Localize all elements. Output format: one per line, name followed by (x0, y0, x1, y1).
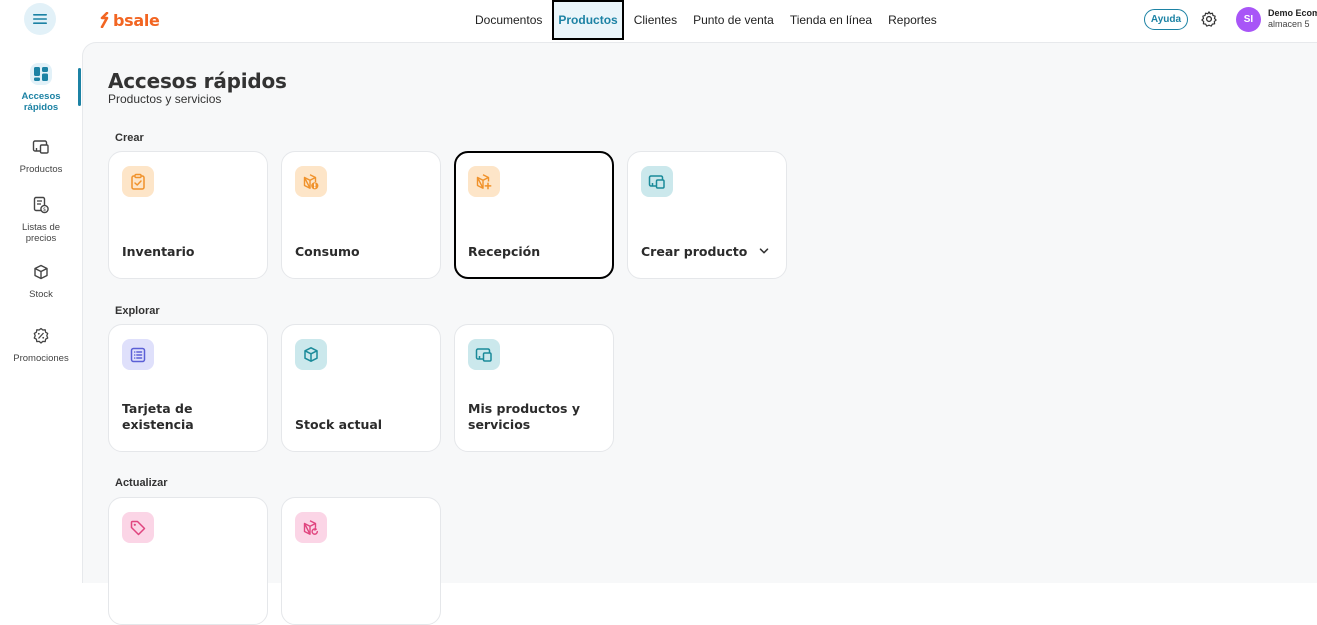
sidebar-item-productos[interactable]: Productos (0, 136, 82, 175)
avatar[interactable]: SI (1236, 7, 1261, 32)
card-actualizar-stock[interactable] (281, 497, 441, 625)
price-list-icon: $ (30, 194, 52, 216)
card-stock-actual[interactable]: Stock actual (281, 324, 441, 452)
main-content: Accesos rápidos Productos y servicios Cr… (82, 42, 1317, 625)
page-title: Accesos rápidos (108, 69, 287, 93)
brand-name: bsale (113, 10, 160, 30)
card-inventario[interactable]: Inventario (108, 151, 268, 279)
sidebar-item-label: Productos (19, 164, 63, 175)
menu-button[interactable] (24, 3, 56, 35)
card-consumo[interactable]: Consumo (281, 151, 441, 279)
help-button[interactable]: Ayuda (1144, 9, 1188, 30)
sidebar-item-accesos-rapidos[interactable]: Accesos rápidos (0, 63, 82, 113)
hamburger-icon (33, 14, 47, 24)
tag-icon (122, 512, 154, 543)
box-plus-icon (468, 166, 500, 197)
nav-punto-de-venta[interactable]: Punto de venta (685, 0, 782, 40)
section-label-explorar: Explorar (115, 305, 160, 317)
promo-icon (30, 325, 52, 347)
sidebar-item-promociones[interactable]: Promociones (0, 325, 82, 364)
sidebar-item-label: Accesos rápidos (21, 91, 61, 113)
grid-icon (30, 63, 52, 85)
card-title: Mis productos y servicios (468, 401, 580, 432)
sidebar-item-listas-de-precios[interactable]: $ Listas de precios (0, 194, 82, 244)
box-icon (295, 339, 327, 370)
card-title: Stock actual (295, 417, 383, 432)
card-title: Consumo (295, 244, 360, 259)
card-title: Tarjeta de existencia (122, 401, 194, 432)
sidebar-item-label: Listas de precios (21, 222, 61, 244)
products-icon (641, 166, 673, 197)
top-bar: bsale Documentos Productos Clientes Punt… (0, 0, 1317, 42)
card-mis-productos-y-servicios[interactable]: Mis productos y servicios (454, 324, 614, 452)
section-label-actualizar: Actualizar (115, 477, 168, 489)
card-title: Crear producto (641, 244, 748, 259)
card-actualizar-precios[interactable] (108, 497, 268, 625)
nav-tienda-en-linea[interactable]: Tienda en línea (782, 0, 880, 40)
card-recepcion[interactable]: Recepción (454, 151, 614, 279)
nav-documentos[interactable]: Documentos (467, 0, 550, 40)
brand-logo[interactable]: bsale (99, 9, 160, 31)
user-name: Demo Ecom (1268, 8, 1317, 18)
nav-productos[interactable]: Productos (552, 0, 624, 40)
card-title: Recepción (468, 244, 541, 259)
sidebar-item-label: Promociones (13, 353, 69, 364)
main-nav: Documentos Productos Clientes Punto de v… (467, 0, 945, 40)
card-crear-producto[interactable]: Crear producto (627, 151, 787, 279)
box-alert-icon (295, 166, 327, 197)
list-icon (122, 339, 154, 370)
svg-text:$: $ (43, 207, 46, 213)
box-icon (30, 261, 52, 283)
user-store: almacen 5 (1268, 19, 1310, 29)
card-tarjeta-de-existencia[interactable]: Tarjeta de existencia (108, 324, 268, 452)
nav-reportes[interactable]: Reportes (880, 0, 945, 40)
page-subtitle: Productos y servicios (108, 92, 222, 106)
gear-icon[interactable] (1200, 10, 1218, 28)
sidebar-item-stock[interactable]: Stock (0, 261, 82, 300)
card-title: Inventario (122, 244, 195, 259)
sidebar-item-label: Stock (29, 289, 53, 300)
products-icon (468, 339, 500, 370)
products-icon (30, 136, 52, 158)
bsale-logo-icon (100, 12, 109, 28)
chevron-down-icon[interactable] (758, 245, 770, 257)
clipboard-check-icon (122, 166, 154, 197)
user-info[interactable]: Demo Ecom almacen 5 (1268, 8, 1317, 30)
section-label-crear: Crear (115, 132, 144, 144)
nav-clientes[interactable]: Clientes (626, 0, 685, 40)
box-refresh-icon (295, 512, 327, 543)
sidebar: Accesos rápidos Productos $ Listas de pr… (0, 42, 82, 583)
